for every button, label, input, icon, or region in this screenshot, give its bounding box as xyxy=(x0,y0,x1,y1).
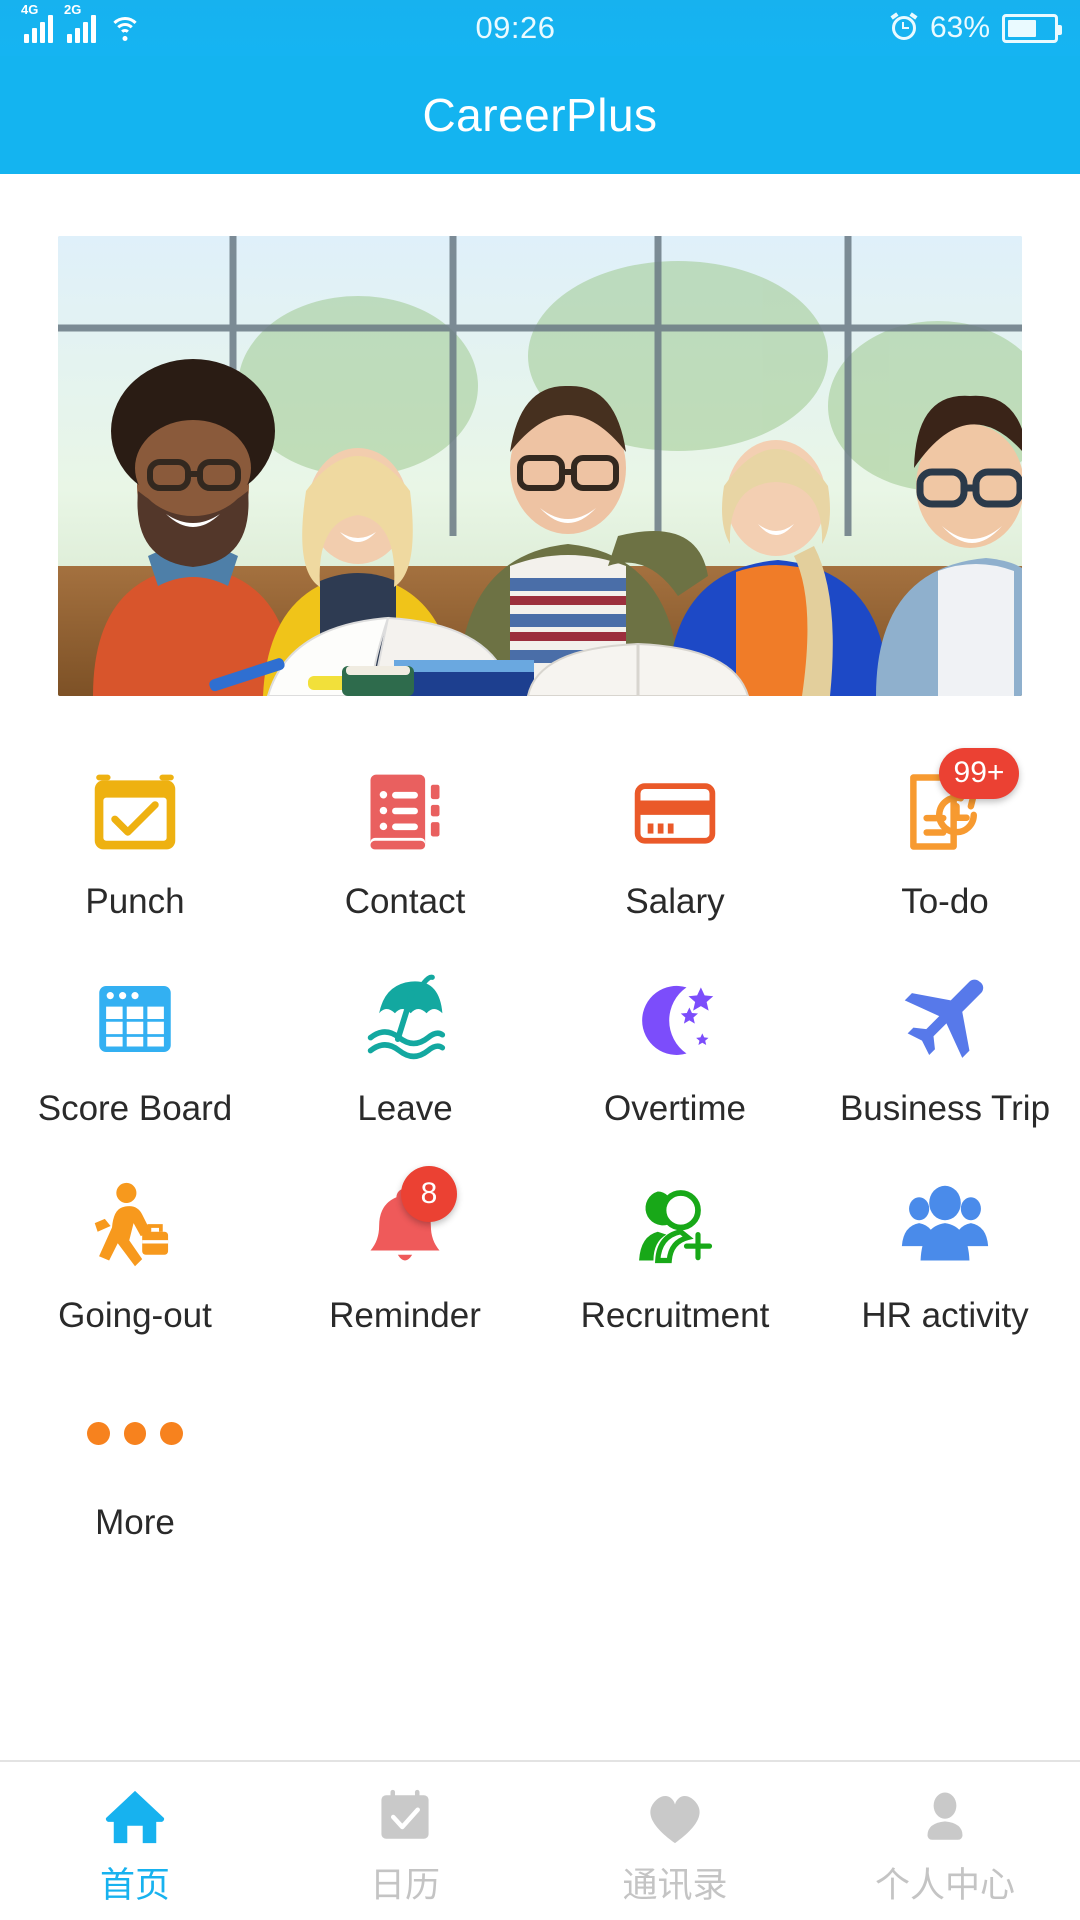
wifi-icon xyxy=(108,15,141,43)
status-bar-left: 4G 2G xyxy=(21,3,141,43)
tab-label: 个人中心 xyxy=(874,1865,1015,1905)
signal-2g-icon: 2G xyxy=(64,3,96,43)
credit-card-icon xyxy=(627,764,723,860)
battery-icon xyxy=(1002,13,1062,43)
home-icon xyxy=(104,1775,166,1845)
grid-item-label: Contact xyxy=(344,882,466,921)
tab-label: 日历 xyxy=(369,1865,440,1905)
grid-item-label: Business Trip xyxy=(839,1089,1051,1128)
bottom-navigation: 首页 日历 通讯录 个人中心 xyxy=(0,1760,1080,1920)
calendar-check-icon xyxy=(87,764,183,860)
document-clock-icon: 99+ xyxy=(897,748,1019,860)
three-dots-icon xyxy=(87,1385,184,1481)
grid-item-recruitment[interactable]: Recruitment xyxy=(540,1158,810,1365)
alarm-clock-icon xyxy=(890,12,918,42)
grid-item-punch[interactable]: Punch xyxy=(0,744,270,951)
people-group-icon xyxy=(897,1178,993,1274)
grid-item-contact[interactable]: Contact xyxy=(270,744,540,951)
grid-item-empty xyxy=(270,1365,540,1572)
person-icon xyxy=(917,1775,973,1845)
calendar-check-icon xyxy=(376,1775,434,1845)
grid-item-label: Recruitment xyxy=(580,1296,770,1335)
app-header: CareerPlus xyxy=(0,56,1080,174)
person-add-icon xyxy=(627,1178,723,1274)
grid-item-label: Reminder xyxy=(329,1296,481,1335)
traveler-walking-icon xyxy=(87,1178,183,1274)
grid-item-more[interactable]: More xyxy=(0,1365,270,1572)
promo-banner[interactable] xyxy=(58,236,1022,696)
grid-item-leave[interactable]: Leave xyxy=(270,951,540,1158)
grid-item-label: Going-out xyxy=(58,1296,212,1335)
grid-item-hr-activity[interactable]: HR activity xyxy=(810,1158,1080,1365)
grid-item-label: HR activity xyxy=(861,1296,1029,1335)
tab-label: 首页 xyxy=(99,1865,170,1905)
network-type-4g-label: 4G xyxy=(21,2,39,17)
grid-item-todo[interactable]: 99+ To-do xyxy=(810,744,1080,951)
tab-home[interactable]: 首页 xyxy=(0,1762,270,1920)
signal-4g-icon: 4G xyxy=(21,3,53,43)
status-bar-clock: 09:26 xyxy=(475,10,556,45)
grid-item-empty xyxy=(540,1365,810,1572)
grid-item-label: More xyxy=(95,1503,175,1542)
tab-calendar[interactable]: 日历 xyxy=(270,1762,540,1920)
grid-item-label: Score Board xyxy=(37,1089,233,1128)
grid-item-salary[interactable]: Salary xyxy=(540,744,810,951)
heart-icon xyxy=(644,1775,706,1845)
tab-label: 通讯录 xyxy=(622,1865,728,1905)
banner-container xyxy=(0,174,1080,696)
grid-item-label: Salary xyxy=(625,882,725,921)
grid-item-score-board[interactable]: Score Board xyxy=(0,951,270,1158)
moon-stars-icon xyxy=(627,971,723,1067)
grid-item-label: Leave xyxy=(357,1089,453,1128)
todo-badge: 99+ xyxy=(939,748,1019,799)
grid-item-overtime[interactable]: Overtime xyxy=(540,951,810,1158)
airplane-icon xyxy=(897,971,993,1067)
reminder-badge: 8 xyxy=(401,1166,457,1222)
table-grid-icon xyxy=(87,971,183,1067)
bell-icon: 8 xyxy=(357,1166,457,1274)
tab-contacts[interactable]: 通讯录 xyxy=(540,1762,810,1920)
grid-item-empty xyxy=(810,1365,1080,1572)
status-bar-right: 63% xyxy=(890,11,1062,45)
grid-item-label: To-do xyxy=(901,882,989,921)
tab-profile[interactable]: 个人中心 xyxy=(810,1762,1080,1920)
network-type-2g-label: 2G xyxy=(64,2,82,17)
feature-grid: Punch Contact Salary 99+ To-do Score Boa… xyxy=(0,696,1080,1572)
battery-percent-label: 63% xyxy=(929,11,990,44)
status-bar: 4G 2G 09:26 63% xyxy=(0,0,1080,56)
beach-umbrella-icon xyxy=(357,971,453,1067)
grid-item-label: Punch xyxy=(85,882,185,921)
status-bar-center: 09:26 xyxy=(141,10,890,46)
grid-item-going-out[interactable]: Going-out xyxy=(0,1158,270,1365)
grid-item-label: Overtime xyxy=(604,1089,746,1128)
grid-item-reminder[interactable]: 8 Reminder xyxy=(270,1158,540,1365)
page-title: CareerPlus xyxy=(422,89,658,141)
address-book-icon xyxy=(357,764,453,860)
banner-image xyxy=(58,236,1022,696)
grid-item-business-trip[interactable]: Business Trip xyxy=(810,951,1080,1158)
